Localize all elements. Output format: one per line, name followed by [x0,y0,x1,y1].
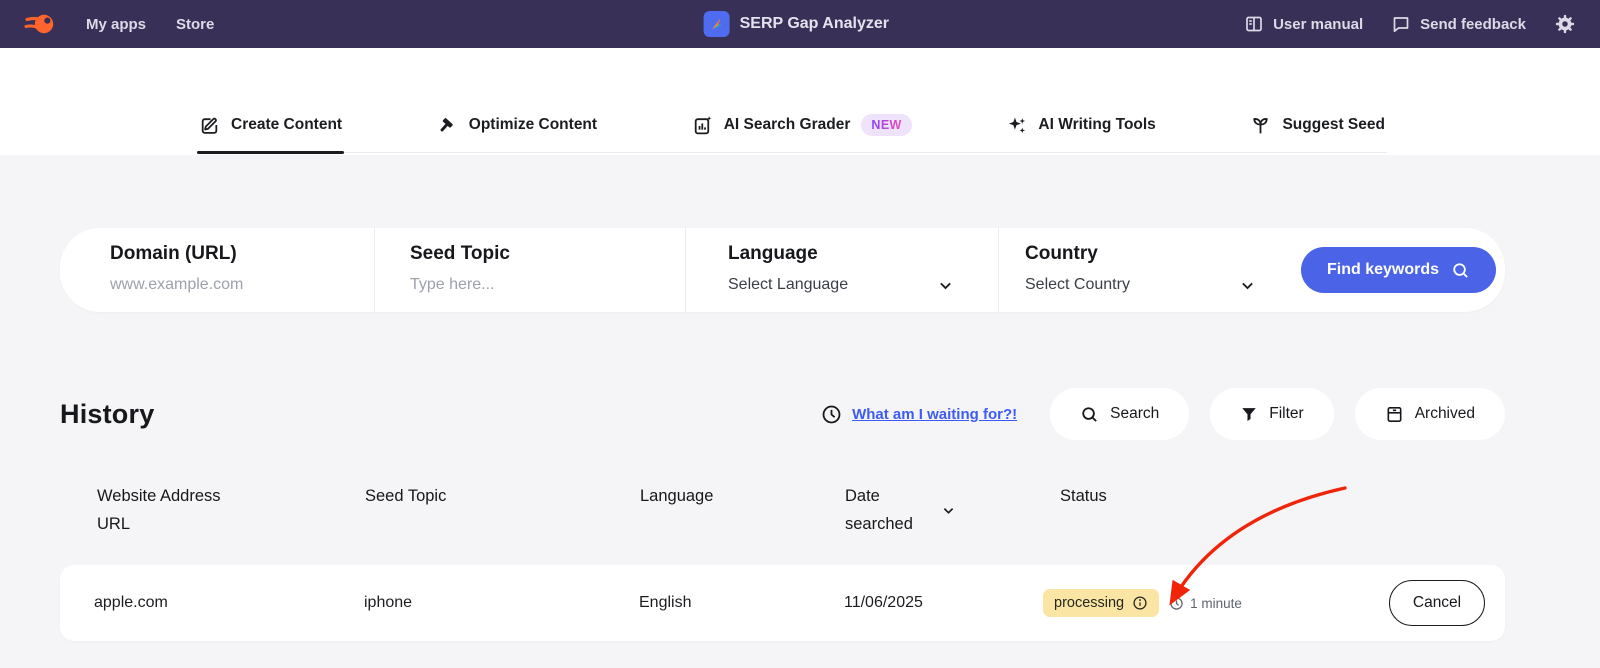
history-header: History What am I waiting for?! Search F… [60,388,1505,440]
clock-icon [821,404,842,425]
archived-button[interactable]: Archived [1354,388,1505,440]
tab-optimize-content[interactable]: Optimize Content [435,112,599,152]
archive-icon [1385,405,1404,424]
seed-topic-input[interactable] [410,276,658,294]
cell-language: English [639,594,692,611]
waiting-link[interactable]: What am I waiting for?! [852,406,1017,423]
search-button[interactable]: Search [1050,388,1190,440]
tab-label: Optimize Content [468,116,598,133]
grader-chart-icon [692,115,713,136]
search-icon [1451,261,1470,280]
archived-button-label: Archived [1414,405,1475,422]
tab-ai-writing-tools[interactable]: AI Writing Tools [1004,112,1157,152]
tab-label: AI Writing Tools [1038,116,1156,133]
chevron-down-icon [1239,277,1256,294]
seed-topic-field-group: Seed Topic [375,228,686,312]
tool-tabs: Create Content Optimize Content AI Searc… [197,112,1387,154]
chevron-down-icon [937,277,954,294]
find-keywords-label: Find keywords [1326,261,1440,278]
col-language: Language [640,487,714,505]
domain-field-group: Domain (URL) [60,228,375,312]
find-keywords-button[interactable]: Find keywords [1300,247,1497,293]
new-badge: NEW [861,114,912,136]
top-navbar: My apps Store SERP Gap Analyzer User man [0,0,1600,48]
keyword-search-form: Domain (URL) Seed Topic Language Select … [60,228,1505,312]
col-status: Status [1060,487,1107,505]
info-icon[interactable] [1132,595,1148,611]
cell-website-url: apple.com [94,594,168,611]
tab-ai-search-grader[interactable]: AI Search Grader NEW [690,112,914,152]
country-select[interactable]: Select Country [1025,276,1256,294]
cell-status: processing 1 minute [1025,589,1345,617]
nav-my-apps[interactable]: My apps [86,16,146,33]
tab-label: Create Content [231,116,343,133]
elapsed-time: 1 minute [1169,596,1242,611]
cell-date-searched: 11/06/2025 [844,594,923,611]
status-badge-label: processing [1054,595,1125,611]
search-icon [1080,405,1099,424]
cancel-button[interactable]: Cancel [1389,580,1485,626]
sparkles-icon [1006,115,1027,136]
domain-label: Domain (URL) [110,243,237,264]
language-select[interactable]: Select Language [728,276,954,294]
cell-actions: Cancel [1345,580,1505,626]
waiting-link-group[interactable]: What am I waiting for?! [821,404,1017,425]
chevron-down-icon [941,503,956,518]
search-button-label: Search [1110,405,1160,422]
send-feedback-label: Send feedback [1420,15,1526,33]
domain-input[interactable] [110,276,348,294]
elapsed-label: 1 minute [1190,595,1242,611]
serp-gap-analyzer-app-icon [703,11,730,37]
feedback-bubble-icon [1391,14,1411,34]
tab-label: AI Search Grader [723,116,851,133]
clock-icon [1169,596,1184,611]
app-title: SERP Gap Analyzer [739,15,889,32]
country-select-value: Select Country [1025,276,1130,293]
date-sort-control[interactable]: Date searched [845,482,1025,538]
col-website-address-url: Website Address URL [97,487,221,533]
semrush-logo[interactable] [24,9,56,39]
country-label: Country [1025,243,1098,264]
col-seed-topic: Seed Topic [365,487,447,505]
hammer-icon [437,115,458,136]
edit-icon [199,115,220,136]
user-manual-button[interactable]: User manual [1244,14,1363,34]
nav-store[interactable]: Store [176,16,214,33]
brand-flame-icon [24,9,56,39]
send-feedback-button[interactable]: Send feedback [1391,14,1526,34]
tab-label: Suggest Seed [1282,116,1385,133]
page-content: Create Content Optimize Content AI Searc… [0,48,1600,668]
history-title: History [60,398,155,429]
col-actions [1345,482,1505,538]
filter-icon [1240,405,1258,423]
language-label: Language [728,243,818,264]
user-manual-label: User manual [1273,15,1364,33]
table-row: apple.com iphone English 11/06/2025 proc… [60,565,1505,641]
col-date-searched: Date searched [810,482,1025,538]
tab-suggest-seed[interactable]: Suggest Seed [1248,112,1387,152]
cell-seed-topic: iphone [364,594,413,611]
settings-gear-icon[interactable] [1554,13,1576,35]
history-table-header: Website Address URL Seed Topic Language … [60,482,1505,538]
filter-button[interactable]: Filter [1210,388,1334,440]
tab-create-content[interactable]: Create Content [197,112,345,154]
seedling-icon [1250,115,1271,136]
language-select-value: Select Language [728,276,849,293]
book-icon [1244,14,1264,34]
status-badge: processing [1043,589,1160,617]
language-field-group: Language Select Language [686,228,999,312]
country-field-group: Country Select Country [999,228,1292,312]
seed-topic-label: Seed Topic [410,243,510,264]
filter-button-label: Filter [1269,405,1304,422]
